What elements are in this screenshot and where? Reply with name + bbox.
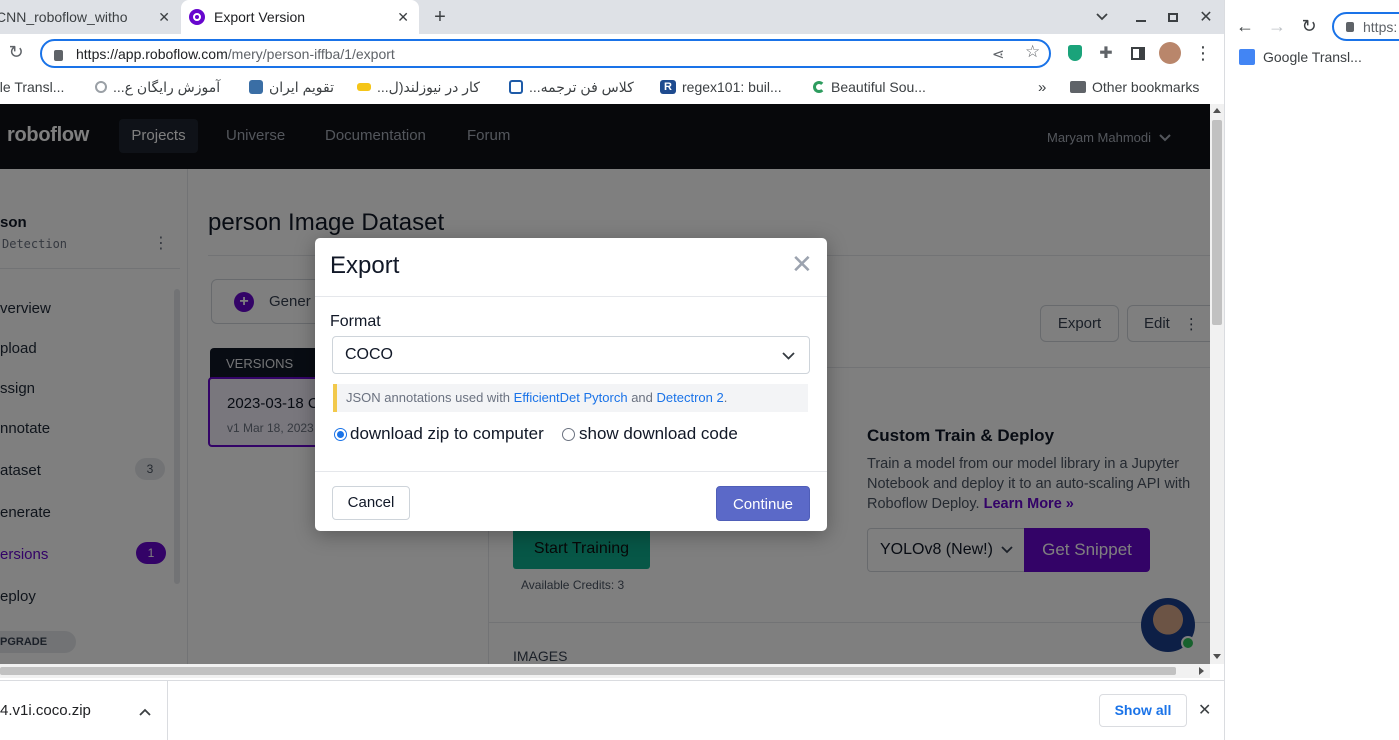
tab-close-icon[interactable]: ✕ bbox=[397, 9, 409, 26]
bookmark-label: regex101: buil... bbox=[682, 79, 782, 95]
bookmark-item[interactable]: آموزش رایگان ع... bbox=[95, 77, 220, 97]
detectron-link[interactable]: Detectron 2 bbox=[657, 390, 724, 405]
download-filename: 4.v1i.coco.zip bbox=[0, 702, 91, 719]
bookmark-star-icon[interactable]: ☆ bbox=[1025, 42, 1040, 62]
side-panel-icon[interactable] bbox=[1128, 43, 1148, 63]
url-host: https://app.roboflow.com bbox=[76, 45, 228, 62]
bookmark-favicon-icon bbox=[95, 81, 107, 93]
bookmark-item[interactable]: تقویم ایران bbox=[249, 77, 334, 97]
extensions-puzzle-icon[interactable]: ✚ bbox=[1096, 43, 1116, 63]
other-bookmarks-label: Other bookmarks bbox=[1092, 79, 1200, 95]
bookmark-favicon-icon: R bbox=[660, 80, 676, 94]
bookmark-label: gle Transl... bbox=[0, 79, 65, 95]
bookmark-item[interactable]: کلاس فن ترجمه... bbox=[509, 77, 634, 97]
url-path: /mery/person-iffba/1/export bbox=[227, 45, 395, 62]
info-text: . bbox=[723, 390, 728, 405]
restore-icon[interactable] bbox=[1164, 8, 1182, 26]
tab-active[interactable]: Export Version ✕ bbox=[181, 0, 419, 34]
bookmark-label: کلاس فن ترجمه... bbox=[529, 78, 634, 95]
bookmark-item[interactable]: Beautiful Sou... bbox=[813, 77, 926, 97]
radio-checked[interactable] bbox=[334, 427, 347, 441]
lock-icon bbox=[1346, 21, 1354, 32]
scroll-thumb[interactable] bbox=[1212, 120, 1222, 325]
address-bar[interactable]: https://app.roboflow.com/mery/person-iff… bbox=[40, 39, 1051, 68]
option-zip[interactable]: download zip to computer bbox=[334, 424, 544, 444]
bookmark-favicon-icon bbox=[249, 80, 263, 94]
google-translate-icon bbox=[1239, 49, 1255, 65]
chevron-down-icon bbox=[782, 352, 795, 360]
lock-icon bbox=[54, 50, 63, 61]
scroll-up-icon[interactable] bbox=[1213, 108, 1221, 113]
horizontal-scrollbar[interactable] bbox=[0, 664, 1210, 678]
profile-avatar-icon[interactable] bbox=[1159, 42, 1181, 64]
modal-footer: Cancel Continue bbox=[315, 471, 827, 531]
format-select[interactable]: COCO bbox=[332, 336, 810, 374]
bookmark-label: Google Transl... bbox=[1263, 49, 1362, 65]
split-address-bar[interactable]: https: bbox=[1332, 12, 1399, 41]
reload-icon[interactable]: ↻ bbox=[6, 42, 26, 62]
option-zip-label: download zip to computer bbox=[350, 424, 544, 443]
close-icon[interactable]: ✕ bbox=[791, 250, 813, 278]
tab-bar: CNN_roboflow_witho ✕ Export Version ✕ + … bbox=[0, 0, 1224, 34]
option-code-label: show download code bbox=[579, 424, 738, 443]
split-bookmark[interactable]: Google Transl... bbox=[1239, 49, 1362, 65]
bookmark-label: کار در نیوزلند(ل... bbox=[377, 78, 480, 95]
tab-title: CNN_roboflow_witho bbox=[0, 9, 128, 25]
back-arrow-icon[interactable]: ← bbox=[1235, 16, 1255, 36]
bookmark-item[interactable]: gle Transl... bbox=[0, 77, 64, 97]
split-browser-pane: ← → ↻ https: Google Transl... bbox=[1224, 0, 1399, 740]
bookmark-favicon-icon bbox=[357, 83, 371, 91]
cancel-button[interactable]: Cancel bbox=[332, 486, 410, 520]
split-url: https: bbox=[1363, 18, 1398, 35]
bookmark-favicon-icon bbox=[813, 81, 825, 93]
overflow-chevron-icon: » bbox=[1038, 78, 1047, 96]
bookmarks-bar: gle Transl... آموزش رایگان ع... تقویم ای… bbox=[0, 72, 1224, 103]
new-tab-icon[interactable]: + bbox=[428, 6, 452, 28]
format-info-box: JSON annotations used with EfficientDet … bbox=[333, 384, 808, 412]
reload-icon[interactable]: ↻ bbox=[1299, 16, 1319, 36]
radio-unchecked[interactable] bbox=[562, 427, 575, 441]
roboflow-tab-icon bbox=[189, 9, 205, 25]
tab-title: Export Version bbox=[214, 9, 306, 25]
extension-shield-icon[interactable] bbox=[1065, 43, 1085, 63]
option-code[interactable]: show download code bbox=[562, 424, 738, 444]
tab-close-icon[interactable]: ✕ bbox=[158, 9, 170, 26]
tab-search-chevron-icon[interactable] bbox=[1093, 8, 1111, 26]
forward-arrow-icon[interactable]: → bbox=[1267, 16, 1287, 36]
chevron-up-icon[interactable] bbox=[139, 708, 151, 716]
info-text: JSON annotations used with bbox=[346, 390, 514, 405]
download-item[interactable]: 4.v1i.coco.zip bbox=[0, 681, 168, 740]
other-bookmarks[interactable]: Other bookmarks bbox=[1070, 77, 1199, 97]
tab-inactive[interactable]: CNN_roboflow_witho ✕ bbox=[0, 0, 180, 34]
download-bar: 4.v1i.coco.zip Show all ✕ bbox=[0, 680, 1224, 740]
export-modal: Export ✕ Format COCO JSON annotations us… bbox=[315, 238, 827, 531]
format-label: Format bbox=[330, 313, 381, 330]
minimize-icon[interactable] bbox=[1132, 8, 1150, 26]
bookmark-item[interactable]: R regex101: buil... bbox=[660, 77, 782, 97]
efficientdet-link[interactable]: EfficientDet Pytorch bbox=[514, 390, 628, 405]
folder-icon bbox=[1070, 81, 1086, 93]
modal-title: Export bbox=[330, 252, 400, 279]
bookmarks-overflow[interactable]: » bbox=[1038, 77, 1046, 97]
format-select-value: COCO bbox=[345, 346, 393, 363]
modal-header: Export ✕ bbox=[315, 238, 827, 297]
close-window-icon[interactable]: ✕ bbox=[1196, 7, 1216, 27]
bookmark-label: تقویم ایران bbox=[269, 78, 334, 95]
vertical-scrollbar[interactable] bbox=[1210, 104, 1224, 664]
bookmark-label: آموزش رایگان ع... bbox=[113, 78, 221, 95]
menu-kebab-icon[interactable]: ⋮ bbox=[1193, 43, 1213, 63]
info-text: and bbox=[627, 390, 657, 405]
h-scroll-thumb[interactable] bbox=[0, 667, 1176, 675]
close-download-bar-icon[interactable]: ✕ bbox=[1198, 700, 1211, 720]
bookmark-item[interactable]: کار در نیوزلند(ل... bbox=[357, 77, 480, 97]
bookmark-label: Beautiful Sou... bbox=[831, 79, 926, 95]
bookmark-favicon-icon bbox=[509, 80, 523, 94]
show-all-button[interactable]: Show all bbox=[1099, 694, 1187, 727]
continue-button[interactable]: Continue bbox=[716, 486, 810, 521]
scroll-right-icon[interactable] bbox=[1199, 667, 1204, 675]
scroll-down-icon[interactable] bbox=[1213, 654, 1221, 659]
share-icon[interactable]: ⋖ bbox=[992, 45, 1005, 63]
